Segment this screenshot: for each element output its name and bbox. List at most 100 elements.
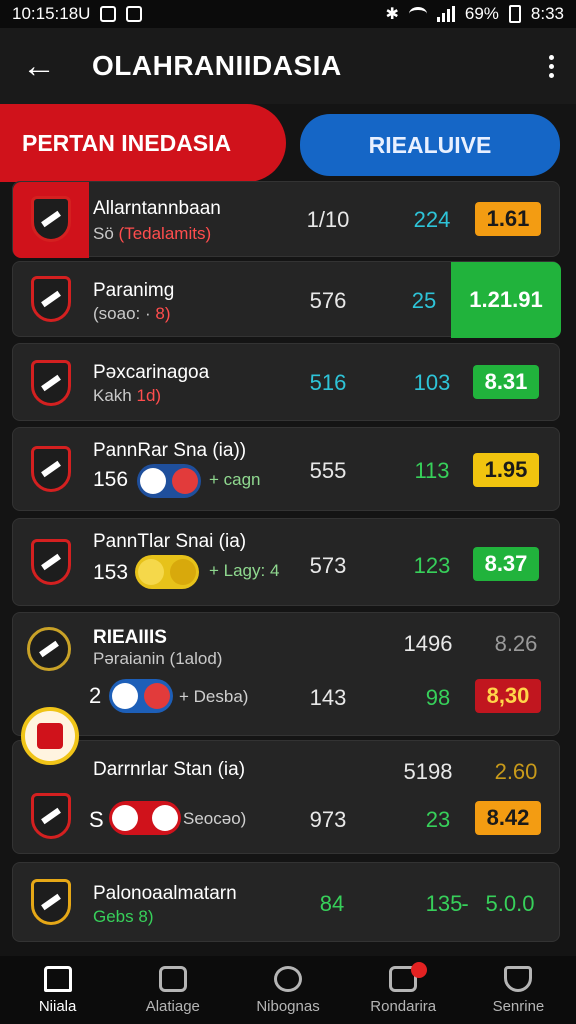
- app-bar: ← OLAHRANIIDASIA: [0, 28, 576, 104]
- team-sub: Sö (Tedalamits): [93, 224, 212, 243]
- team-rank: S: [89, 807, 104, 832]
- status-clock: 8:33: [530, 4, 564, 23]
- top-value: 2.60: [494, 759, 538, 784]
- ball-icon: [274, 965, 302, 992]
- stat-1: 516: [309, 370, 347, 395]
- status-bar: 10:15:18U ✱ 69% 8:33: [0, 0, 576, 28]
- team-rank: 2: [89, 683, 102, 708]
- nav-stats[interactable]: Rondarira: [346, 956, 461, 1024]
- shield-icon: [504, 965, 533, 992]
- nav-settings[interactable]: Senrine: [461, 956, 576, 1024]
- bluetooth-icon: ✱: [385, 6, 399, 23]
- team-name: Darrnrlar Stan (ia): [93, 759, 246, 780]
- list-item[interactable]: Paranimg (soao: · 8) 576 25 1.21.91: [12, 261, 561, 338]
- team-name: PannTlar Snai (ia): [93, 531, 247, 552]
- calendar-icon: [158, 965, 187, 992]
- stat-2: 123: [413, 553, 451, 578]
- team-name: Paranimg: [93, 280, 175, 301]
- team-sub: Kakh 1d): [93, 386, 162, 405]
- stat-1: 573: [309, 553, 347, 578]
- team-note: + Lagy: 4: [209, 561, 280, 580]
- signal-icon: [436, 6, 455, 22]
- stat-2: 113: [414, 458, 450, 483]
- team-note: Seocəo): [183, 809, 247, 828]
- nav-stats-label: Rondarira: [370, 997, 437, 1015]
- nav-matches-label: Alatiage: [145, 997, 200, 1015]
- team-score: 153: [93, 561, 129, 584]
- tab-bar: PERTAN INEDASIA RIEALUIVE: [0, 104, 576, 182]
- back-arrow-icon[interactable]: ←: [22, 47, 62, 86]
- page-title: OLAHRANIIDASIA: [92, 50, 342, 81]
- nav-settings-label: Senrine: [492, 997, 545, 1015]
- odds-value[interactable]: 5.0.0: [475, 891, 545, 917]
- team-name: Pəxcarinagoa: [93, 362, 210, 383]
- odds-badge[interactable]: 1.95: [473, 453, 539, 487]
- stat-1b: 143: [309, 685, 347, 710]
- stat-2: 224: [413, 207, 451, 232]
- team-sub: Pəraianin (1alod): [93, 649, 223, 668]
- nav-home[interactable]: Niiala: [0, 956, 115, 1024]
- nav-home-label: Niiala: [38, 997, 77, 1015]
- stat-2: 25: [411, 288, 437, 313]
- team-crest-icon: [31, 276, 71, 322]
- stat-2: 98: [425, 685, 451, 710]
- list-item[interactable]: PannRar Sna (ia)) 156 + cagn 555 113 1.9…: [12, 427, 560, 511]
- battery-percent: 69%: [464, 4, 499, 23]
- top-value: 8.26: [494, 631, 538, 656]
- nav-matches[interactable]: Alatiage: [115, 956, 230, 1024]
- team-name: Palonoaalmatarn: [93, 883, 237, 904]
- message-icon: [126, 6, 143, 22]
- list-item[interactable]: Pəxcarinagoa Kakh 1d) 516 103 8.31: [12, 343, 560, 421]
- stat-1: 84: [319, 891, 345, 916]
- odds-badge[interactable]: 8.42: [475, 801, 541, 835]
- team-pill: [109, 801, 181, 835]
- list-item[interactable]: Allarntannbaan Sö (Tedalamits) 1/10 224 …: [12, 181, 560, 258]
- team-crest-icon: [31, 446, 71, 492]
- stat-1: 5198: [403, 759, 453, 784]
- notification-dot: [410, 962, 427, 978]
- battery-icon: [508, 5, 521, 23]
- odds-badge[interactable]: 1.61: [475, 202, 541, 236]
- notification-icon: [100, 6, 117, 22]
- stat-1: 1496: [403, 631, 453, 656]
- list-item[interactable]: PannTlar Snai (ia) 153 + Lagy: 4 573 123…: [12, 518, 560, 606]
- list-item[interactable]: Darrnrlar Stan (ia) 5198 2.60 S Seocəo) …: [12, 707, 560, 854]
- nav-news-label: Nibognas: [256, 997, 320, 1015]
- team-pill: [137, 464, 201, 498]
- team-name: PannRar Sna (ia)): [93, 440, 247, 461]
- odds-badge[interactable]: 8.31: [473, 365, 539, 399]
- team-note: + Desba): [179, 687, 249, 706]
- more-options-icon[interactable]: [549, 54, 554, 78]
- team-pill: [135, 555, 199, 589]
- stat-1: 1/10: [306, 207, 350, 232]
- team-crest-icon: [31, 539, 71, 585]
- team-note: + cagn: [209, 470, 261, 489]
- team-crest-icon: [31, 196, 71, 242]
- team-name: RIEAIIIS: [93, 627, 167, 648]
- team-crest-icon: [31, 360, 71, 406]
- wifi-icon: [408, 7, 427, 21]
- odds-badge[interactable]: 8,30: [475, 679, 541, 713]
- team-crest-icon: [31, 879, 71, 925]
- stat-2: 23: [425, 807, 451, 832]
- stat-1b: 973: [309, 807, 347, 832]
- team-pill: [109, 679, 173, 713]
- team-crest-icon: [31, 793, 71, 839]
- team-crest-icon: [27, 627, 71, 671]
- team-sub: Gebs 8): [93, 907, 154, 926]
- bottom-nav: Niiala Alatiage Nibognas Rondarira Senri…: [0, 956, 576, 1024]
- team-name: Allarntannbaan: [93, 198, 221, 219]
- home-icon: [43, 965, 72, 992]
- team-sub: (soao: · 8): [93, 304, 171, 323]
- odds-badge[interactable]: 8.37: [473, 547, 539, 581]
- tab-right[interactable]: RIEALUIVE: [300, 114, 560, 176]
- tab-left[interactable]: PERTAN INEDASIA: [0, 104, 286, 182]
- list-item[interactable]: RIEAIIIS Pəraianin (1alod) 1496 8.26 2 +…: [12, 612, 560, 736]
- stat-1: 576: [309, 288, 347, 313]
- stat-2: 103: [413, 370, 451, 395]
- odds-badge[interactable]: 1.21.91: [451, 262, 561, 338]
- nav-news[interactable]: Nibognas: [230, 956, 345, 1024]
- status-time: 10:15:18U: [12, 4, 91, 23]
- list-item[interactable]: Palonoaalmatarn Gebs 8) 84 135 - 5.0.0: [12, 862, 560, 942]
- team-score: 156: [93, 468, 129, 491]
